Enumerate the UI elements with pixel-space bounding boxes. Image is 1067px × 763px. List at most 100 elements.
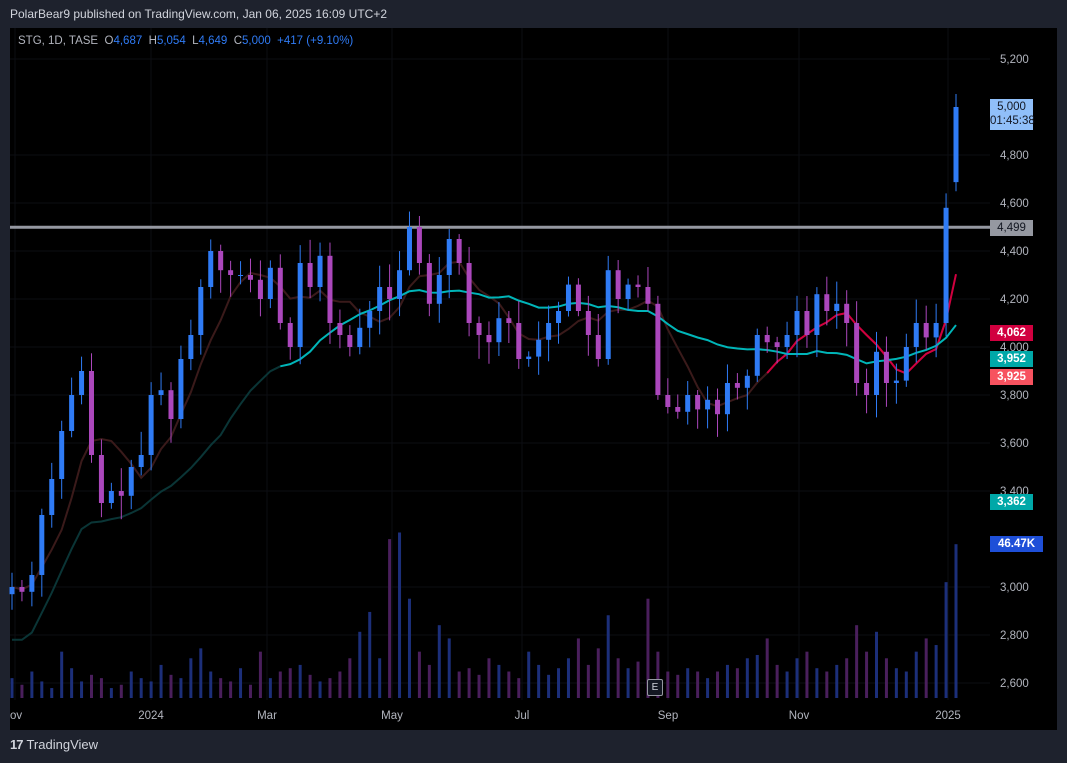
- time-axis[interactable]: ov 2024 Mar May Jul Sep Nov 2025: [10, 710, 961, 722]
- volume-bar: [606, 615, 610, 698]
- price-tick-label: 2,800: [1000, 630, 1029, 642]
- candle-body: [864, 383, 870, 395]
- volume-bar: [666, 671, 670, 698]
- volume-bar: [894, 668, 898, 698]
- volume-bar: [109, 688, 113, 698]
- volume-bar: [50, 688, 54, 698]
- candle-body: [257, 279, 263, 299]
- time-tick-label: Sep: [658, 710, 678, 722]
- volume-bar: [865, 651, 869, 698]
- candle-body: [19, 587, 25, 592]
- volume-bar: [855, 625, 859, 698]
- volume-bar: [328, 678, 332, 698]
- volume-bar: [785, 671, 789, 698]
- volume-bar: [209, 671, 213, 698]
- volume-bar: [318, 681, 322, 698]
- candle-body: [69, 395, 75, 431]
- price-chart[interactable]: 5,2004,8004,6004,4004,2004,0003,8003,600…: [0, 0, 1067, 763]
- volume-bar: [278, 671, 282, 698]
- candle-body: [168, 390, 174, 419]
- volume-bar: [835, 664, 839, 698]
- candle-body: [854, 323, 860, 383]
- candle-body: [774, 342, 780, 347]
- volume-bar: [80, 681, 84, 698]
- price-tick-label: 4,400: [1000, 246, 1029, 258]
- candle-body: [526, 356, 532, 359]
- volume-bar: [30, 671, 34, 698]
- last-price-tag: 5,000 01:45:38: [990, 99, 1035, 130]
- candle-body: [715, 399, 721, 415]
- earnings-badge[interactable]: E: [647, 679, 663, 696]
- candle-body: [247, 275, 253, 280]
- volume-bar: [457, 671, 461, 698]
- volume-bar: [636, 661, 640, 698]
- candle-body: [883, 351, 889, 383]
- last-price-value: 5,000: [997, 101, 1026, 113]
- candle-body: [377, 287, 383, 311]
- candle-body: [893, 380, 899, 383]
- volume-bar: [129, 671, 133, 698]
- volume-bar: [884, 658, 888, 698]
- volume-bar: [626, 668, 630, 698]
- volume-bar: [338, 671, 342, 698]
- candle-body: [9, 587, 15, 595]
- candle-body: [665, 395, 671, 407]
- volume-bar: [944, 582, 948, 698]
- change-value: +417 (+9.10%): [277, 35, 354, 47]
- volume-bar: [596, 648, 600, 698]
- volume-bar: [70, 668, 74, 698]
- candle-body: [943, 207, 949, 323]
- candle-body: [198, 287, 204, 335]
- candle-body: [933, 323, 939, 338]
- volume-bar: [169, 674, 173, 698]
- ma-red-tag: 4,062: [990, 325, 1033, 341]
- volume-bar: [547, 674, 551, 698]
- candle-body: [804, 311, 810, 335]
- volume-bar: [845, 658, 849, 698]
- volume-bar: [477, 674, 481, 698]
- volume-bar: [725, 664, 729, 698]
- candle-body: [118, 491, 124, 496]
- volume-bar: [437, 625, 441, 698]
- volume-bar: [934, 645, 938, 698]
- volume-bar: [398, 532, 402, 698]
- candle-body: [337, 323, 343, 335]
- volume-bar: [99, 678, 103, 698]
- candle-body: [834, 303, 840, 311]
- volume-bar: [586, 664, 590, 698]
- price-tick-label: 4,200: [1000, 294, 1029, 306]
- volume-bar: [954, 544, 958, 698]
- volume-bar: [576, 638, 580, 698]
- volume-bar: [557, 668, 561, 698]
- candle-body: [645, 287, 651, 304]
- volume-bar: [537, 664, 541, 698]
- candle-body: [764, 335, 770, 343]
- price-tick-label: 5,200: [1000, 54, 1029, 66]
- volume-bar: [388, 539, 392, 698]
- tradingview-logo[interactable]: 17 TradingView: [10, 737, 98, 752]
- candle-body: [357, 327, 363, 347]
- volume-bar: [89, 674, 93, 698]
- volume-bar: [755, 654, 759, 698]
- volume-bar: [805, 651, 809, 698]
- candle-body: [327, 255, 333, 323]
- high-value: 5,054: [156, 35, 186, 47]
- volume-bar: [10, 678, 14, 698]
- volume-bar: [447, 638, 451, 698]
- close-value: 5,000: [242, 35, 271, 47]
- bar-countdown: 01:45:38: [990, 115, 1035, 127]
- candle-body: [148, 395, 154, 455]
- candle-body: [605, 270, 611, 359]
- volume-bar: [20, 684, 24, 698]
- candle-body: [188, 335, 194, 359]
- tradingview-logo-text: TradingView: [26, 737, 99, 752]
- time-tick-label: Mar: [257, 710, 277, 722]
- candle-body: [39, 515, 45, 575]
- candle-body: [178, 359, 184, 419]
- volume-bar: [179, 678, 183, 698]
- tradingview-logo-icon: 17: [10, 737, 24, 752]
- candle-body: [923, 323, 929, 338]
- candle-body: [29, 575, 35, 592]
- volume-bar: [795, 658, 799, 698]
- volume-bar: [825, 671, 829, 698]
